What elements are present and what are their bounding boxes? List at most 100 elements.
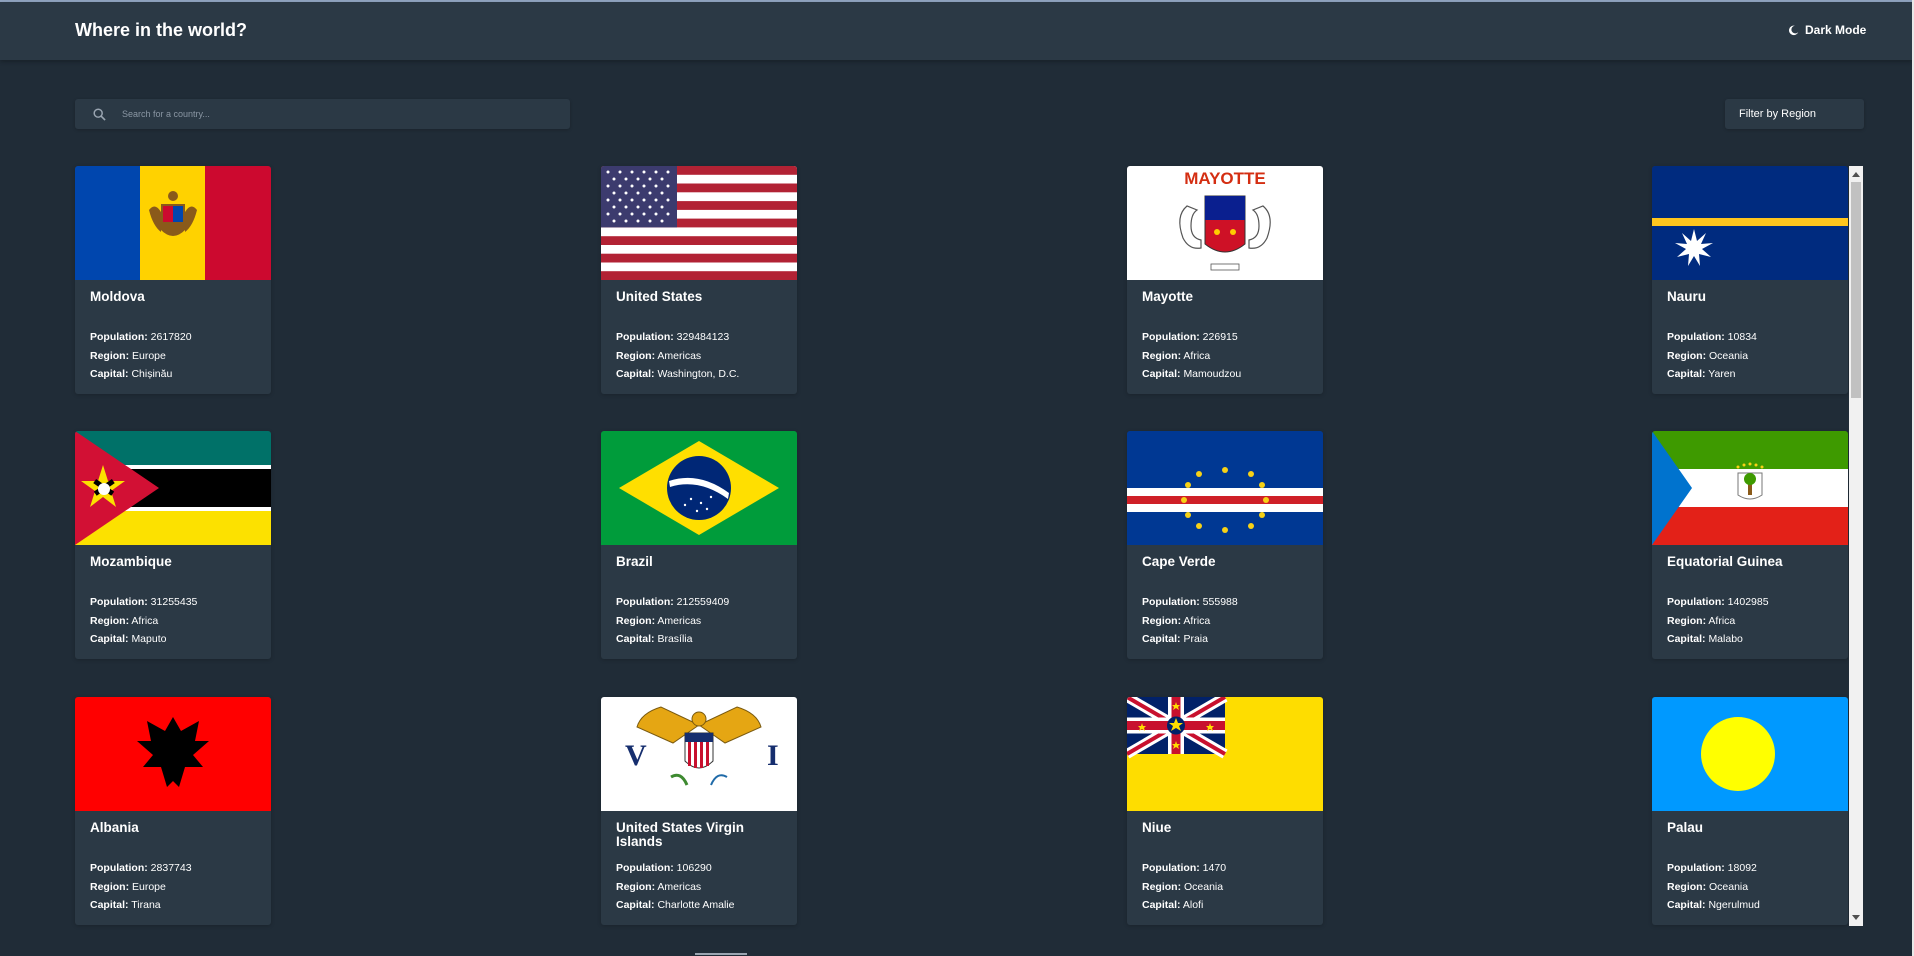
country-card[interactable]: Mozambique Population: 31255435 Region: … [75, 431, 271, 659]
scroll-up-arrow-icon[interactable] [1852, 172, 1860, 177]
country-card[interactable]: MAYOTTE Mayotte Population: 226915 Regio… [1127, 166, 1323, 394]
country-card[interactable]: Brazil Population: 212559409 Region: Ame… [601, 431, 797, 659]
region-value: Africa [131, 614, 159, 627]
search-box[interactable] [75, 99, 570, 129]
moldova-flag [75, 166, 271, 280]
svg-text:I: I [767, 739, 779, 772]
country-name: Nauru [1667, 289, 1707, 304]
capital-value: Brasília [657, 633, 693, 645]
united-states-flag [601, 166, 797, 280]
palau-flag [1652, 697, 1848, 811]
population-value: 1402985 [1727, 596, 1769, 608]
population-label: Population: [1142, 331, 1200, 343]
region-label: Region: [1142, 880, 1182, 893]
population-label: Population: [616, 596, 674, 608]
moon-icon [1789, 25, 1799, 35]
population-value: 212559409 [676, 596, 730, 608]
country-name: Mayotte [1142, 289, 1194, 304]
country-grid: Moldova Population: 2617820 Region: Euro… [75, 166, 1848, 926]
us-virgin-islands-flag: V I [601, 697, 797, 811]
country-card[interactable]: V I United States Virgin Islands Populat… [601, 697, 797, 925]
capital-label: Capital: [1667, 899, 1706, 911]
capital-value: Tirana [131, 899, 161, 911]
capital-value: Malabo [1708, 633, 1743, 645]
population-label: Population: [90, 862, 148, 874]
country-card[interactable]: Equatorial Guinea Population: 1402985 Re… [1652, 431, 1848, 659]
scrollbar-thumb[interactable] [1851, 182, 1861, 398]
population-value: 2837743 [150, 862, 192, 874]
capital-label: Capital: [1667, 368, 1706, 380]
capital-label: Capital: [90, 368, 129, 380]
population-value: 555988 [1202, 596, 1238, 608]
capital-value: Washington, D.C. [657, 368, 740, 380]
region-value: Oceania [1709, 349, 1749, 362]
capital-label: Capital: [90, 633, 129, 645]
population-label: Population: [1142, 862, 1200, 874]
region-label: Region: [1667, 349, 1707, 362]
country-name: Niue [1142, 820, 1172, 835]
population-value: 106290 [676, 862, 712, 874]
region-value: Americas [657, 349, 702, 362]
capital-value: Ngerulmud [1708, 899, 1760, 911]
population-label: Population: [90, 331, 148, 343]
region-value: Europe [132, 880, 166, 893]
capital-label: Capital: [616, 633, 655, 645]
capital-label: Capital: [616, 368, 655, 380]
brazil-flag [601, 431, 797, 545]
country-card[interactable]: Palau Population: 18092 Region: Oceania … [1652, 697, 1848, 925]
capital-value: Chișinău [131, 368, 173, 380]
country-name: United States Virgin Islands [616, 820, 745, 849]
grid-scrollbar[interactable] [1849, 166, 1863, 926]
capital-label: Capital: [616, 899, 655, 911]
capital-value: Alofi [1182, 899, 1204, 911]
region-value: Americas [657, 880, 702, 893]
region-label: Region: [90, 614, 130, 627]
app-header: Where in the world? Dark Mode [0, 2, 1914, 60]
search-input[interactable] [120, 108, 544, 120]
region-value: Oceania [1709, 880, 1749, 893]
country-name: Palau [1667, 820, 1704, 835]
population-label: Population: [1667, 596, 1725, 608]
albania-flag [75, 697, 271, 811]
region-value: Americas [657, 614, 702, 627]
population-value: 18092 [1727, 862, 1757, 874]
country-card[interactable]: Niue Population: 1470 Region: Oceania Ca… [1127, 697, 1323, 925]
capital-label: Capital: [1667, 633, 1706, 645]
population-label: Population: [1142, 596, 1200, 608]
country-card[interactable]: Albania Population: 2837743 Region: Euro… [75, 697, 271, 925]
country-name: Brazil [616, 554, 653, 569]
country-name: Equatorial Guinea [1667, 554, 1783, 569]
region-value: Africa [1183, 349, 1211, 362]
search-icon [93, 107, 106, 121]
capital-label: Capital: [1142, 899, 1181, 911]
country-name: United States [616, 289, 703, 304]
country-card[interactable]: Moldova Population: 2617820 Region: Euro… [75, 166, 271, 394]
country-card[interactable]: United States Population: 329484123 Regi… [601, 166, 797, 394]
mayotte-flag: MAYOTTE [1127, 166, 1323, 280]
population-label: Population: [1667, 862, 1725, 874]
niue-flag [1127, 697, 1323, 811]
dark-mode-toggle[interactable]: Dark Mode [1788, 23, 1866, 37]
region-label: Region: [1667, 880, 1707, 893]
country-card[interactable]: Nauru Population: 10834 Region: Oceania … [1652, 166, 1848, 394]
country-name: Mozambique [90, 554, 172, 569]
equatorial-guinea-flag [1652, 431, 1848, 545]
region-value: Africa [1708, 614, 1736, 627]
population-value: 329484123 [676, 331, 730, 343]
region-label: Region: [1667, 614, 1707, 627]
population-value: 2617820 [150, 331, 192, 343]
capital-label: Capital: [1142, 633, 1181, 645]
svg-text:V: V [625, 739, 647, 772]
population-value: 31255435 [150, 596, 198, 608]
region-value: Europe [132, 349, 166, 362]
app-title: Where in the world? [75, 20, 248, 40]
population-value: 226915 [1202, 331, 1238, 343]
country-card[interactable]: Cape Verde Population: 555988 Region: Af… [1127, 431, 1323, 659]
population-label: Population: [90, 596, 148, 608]
mayotte-flag-text: MAYOTTE [1184, 169, 1266, 188]
population-label: Population: [616, 331, 674, 343]
dark-mode-label: Dark Mode [1805, 23, 1867, 37]
scroll-down-arrow-icon[interactable] [1852, 915, 1860, 920]
region-filter-dropdown[interactable]: Filter by Region [1725, 99, 1864, 129]
cape-verde-flag [1127, 431, 1323, 545]
